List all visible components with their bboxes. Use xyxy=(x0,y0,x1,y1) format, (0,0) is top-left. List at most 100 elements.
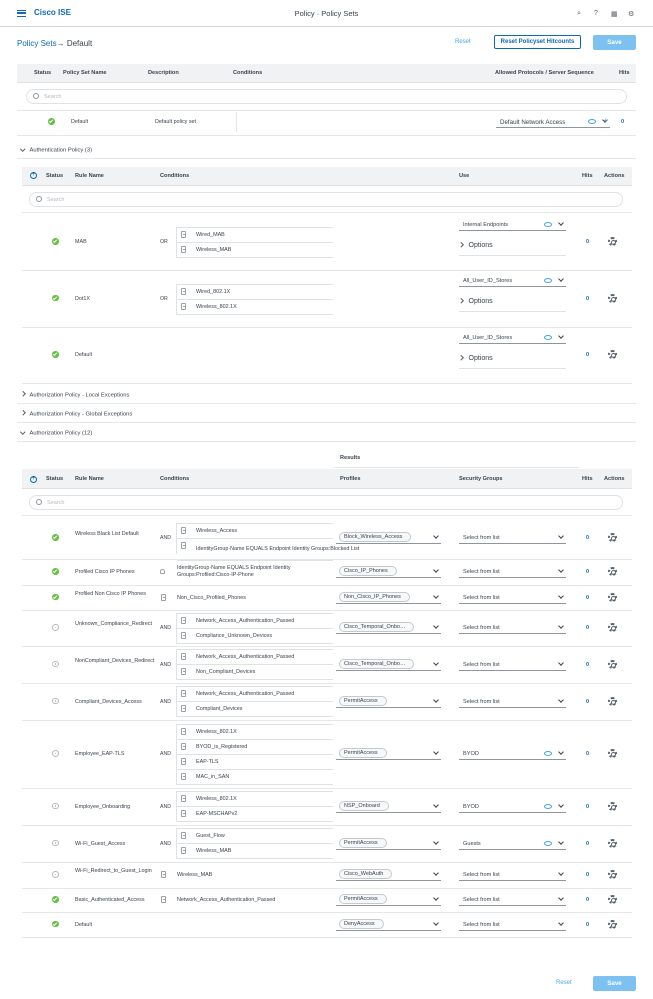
authorization-policy-toggle[interactable]: Authorization Policy (12) xyxy=(20,429,92,437)
condition-label[interactable]: Network_Access_Authentication_Passed xyxy=(177,897,327,904)
view-icon[interactable] xyxy=(588,119,596,124)
reset-hitcounts-button[interactable]: Reset Policyset Hitcounts xyxy=(494,35,581,49)
status-enabled-icon[interactable] xyxy=(52,351,59,358)
profile-select[interactable]: PermitAccess xyxy=(336,748,441,760)
local-exceptions-toggle[interactable]: Authorization Policy - Local Exceptions xyxy=(20,391,129,399)
hits-count[interactable]: 0 xyxy=(586,662,589,668)
condition-label[interactable]: Wireless_MAB xyxy=(177,872,327,879)
security-group-select[interactable]: Select from list xyxy=(459,566,566,578)
hits-count[interactable]: 0 xyxy=(586,296,589,302)
options-toggle[interactable]: Options xyxy=(458,241,493,249)
profile-chip[interactable]: Cisco_IP_Phones xyxy=(339,566,397,576)
profile-chip[interactable]: PermitAccess xyxy=(339,894,387,904)
security-group-select[interactable]: Select from list xyxy=(459,869,566,881)
save-button[interactable]: Save xyxy=(593,35,636,50)
status-disabled-icon[interactable] xyxy=(52,660,59,667)
rule-name[interactable]: NonCompliant_Devices_Redirect xyxy=(75,658,154,666)
gear-icon[interactable] xyxy=(608,293,617,303)
search-icon[interactable]: ⌕ xyxy=(577,10,581,18)
gear-icon[interactable] xyxy=(608,237,617,246)
status-disabled-icon[interactable] xyxy=(52,697,59,704)
profile-chip[interactable]: PermitAccess xyxy=(339,748,387,758)
authorization-search[interactable]: Search xyxy=(29,495,623,510)
policy-set-search[interactable]: Search xyxy=(26,89,627,104)
options-toggle[interactable]: Options xyxy=(458,354,493,362)
hits-count[interactable]: 0 xyxy=(586,897,589,903)
gear-icon[interactable] xyxy=(608,801,617,811)
condition-item[interactable]: Network_Access_Authentication_Passed xyxy=(177,614,333,629)
rule-name[interactable]: Profiled Non Cisco IP Phones xyxy=(75,591,153,599)
status-enabled-icon[interactable] xyxy=(52,920,59,927)
identity-source-select[interactable]: All_User_ID_Stores xyxy=(459,275,566,287)
hits-count[interactable]: 0 xyxy=(586,922,589,928)
profile-chip[interactable]: PermitAccess xyxy=(339,695,387,706)
security-group-select[interactable]: BYOD xyxy=(459,748,566,760)
security-group-select[interactable]: Select from list xyxy=(459,696,566,708)
gear-icon[interactable] xyxy=(608,350,617,359)
condition-label[interactable]: Non_Cisco_Profiled_Phones xyxy=(177,595,327,602)
condition-item[interactable]: Guest_Flow xyxy=(177,829,333,844)
gear-icon[interactable] xyxy=(608,533,617,542)
hits-count[interactable]: 0 xyxy=(586,352,589,358)
identity-source-select[interactable]: Internal Endpoints xyxy=(459,219,566,231)
hits-count[interactable]: 0 xyxy=(586,239,589,245)
status-enabled-icon[interactable] xyxy=(48,118,55,125)
identity-source-select[interactable]: All_User_ID_Stores xyxy=(459,332,566,344)
gear-icon[interactable] xyxy=(608,895,617,904)
hits-count[interactable]: 0 xyxy=(586,569,589,575)
authentication-policy-toggle[interactable]: Authentication Policy (3) xyxy=(20,146,92,154)
rule-name[interactable]: Wireless Black List Default xyxy=(75,531,153,539)
hits-count[interactable]: 0 xyxy=(586,699,589,705)
status-disabled-icon[interactable] xyxy=(52,624,59,631)
status-enabled-icon[interactable] xyxy=(52,593,59,600)
rule-name[interactable]: Employee_Onboarding xyxy=(75,804,153,810)
condition-item[interactable]: Network_Access_Authentication_Passed xyxy=(177,650,333,665)
condition-item[interactable]: Network_Access_Authentication_Passed xyxy=(177,687,333,702)
security-group-select[interactable]: BYOD xyxy=(459,801,566,813)
view-icon[interactable] xyxy=(544,803,552,809)
help-icon[interactable]: ? xyxy=(594,10,598,17)
rule-name[interactable]: Wi-Fi_Redirect_to_Guest_Login xyxy=(75,868,153,876)
rule-name[interactable]: MAB xyxy=(75,239,87,245)
hits-count[interactable]: 0 xyxy=(586,535,589,541)
condition-item[interactable]: Wireless_MAB xyxy=(177,243,333,258)
hits-count[interactable]: 0 xyxy=(621,119,624,125)
hits-count[interactable]: 0 xyxy=(586,625,589,631)
condition-item[interactable]: Wireless_Access xyxy=(177,524,333,539)
status-disabled-icon[interactable] xyxy=(52,750,59,757)
condition-item[interactable]: Non_Compliant_Devices xyxy=(177,665,333,680)
hits-count[interactable]: 0 xyxy=(586,804,589,810)
status-enabled-icon[interactable] xyxy=(52,534,59,541)
rule-name[interactable]: Compliant_Devices_Access xyxy=(75,699,153,705)
hits-count[interactable]: 0 xyxy=(586,751,589,757)
condition-item[interactable]: Wired_802.1X xyxy=(177,285,333,300)
status-enabled-icon[interactable] xyxy=(52,238,59,245)
view-icon[interactable] xyxy=(544,222,552,227)
profile-chip[interactable]: Cisco_WebAuth xyxy=(339,869,393,879)
status-enabled-icon[interactable] xyxy=(52,294,59,301)
profile-chip[interactable]: Non_Cisco_IP_Phones xyxy=(339,591,410,602)
hits-count[interactable]: 0 xyxy=(586,841,589,847)
dashboard-icon[interactable]: ▦ xyxy=(611,10,618,18)
gear-icon[interactable] xyxy=(608,749,617,758)
gear-icon[interactable] xyxy=(608,623,617,632)
global-exceptions-toggle[interactable]: Authorization Policy - Global Exceptions xyxy=(20,410,132,418)
rule-name[interactable]: Basic_Authenticated_Access xyxy=(75,897,153,903)
view-icon[interactable] xyxy=(544,751,552,756)
condition-item[interactable]: Wireless_802.1X xyxy=(177,792,333,807)
profile-select[interactable]: Cisco_WebAuth xyxy=(336,869,441,881)
allowed-protocols-select[interactable]: Default Network Access xyxy=(496,116,610,128)
rule-name[interactable]: Default xyxy=(75,352,92,358)
status-enabled-icon[interactable] xyxy=(52,896,59,903)
gear-icon[interactable] xyxy=(608,696,617,706)
condition-item[interactable]: Wireless_802.1X xyxy=(177,300,333,315)
profile-select[interactable]: Cisco_Temporal_Onbo… xyxy=(336,622,441,634)
gear-icon[interactable] xyxy=(608,870,617,879)
hits-count[interactable]: 0 xyxy=(586,872,589,878)
profile-select[interactable]: Cisco_Temporal_Onbo… xyxy=(336,658,441,671)
gear-icon[interactable] xyxy=(608,838,617,848)
gear-icon[interactable] xyxy=(608,919,617,929)
hits-count[interactable]: 0 xyxy=(586,595,589,601)
breadcrumb-policy-sets[interactable]: Policy Sets xyxy=(17,39,57,48)
profile-chip[interactable]: NSP_Onboard xyxy=(339,800,389,811)
